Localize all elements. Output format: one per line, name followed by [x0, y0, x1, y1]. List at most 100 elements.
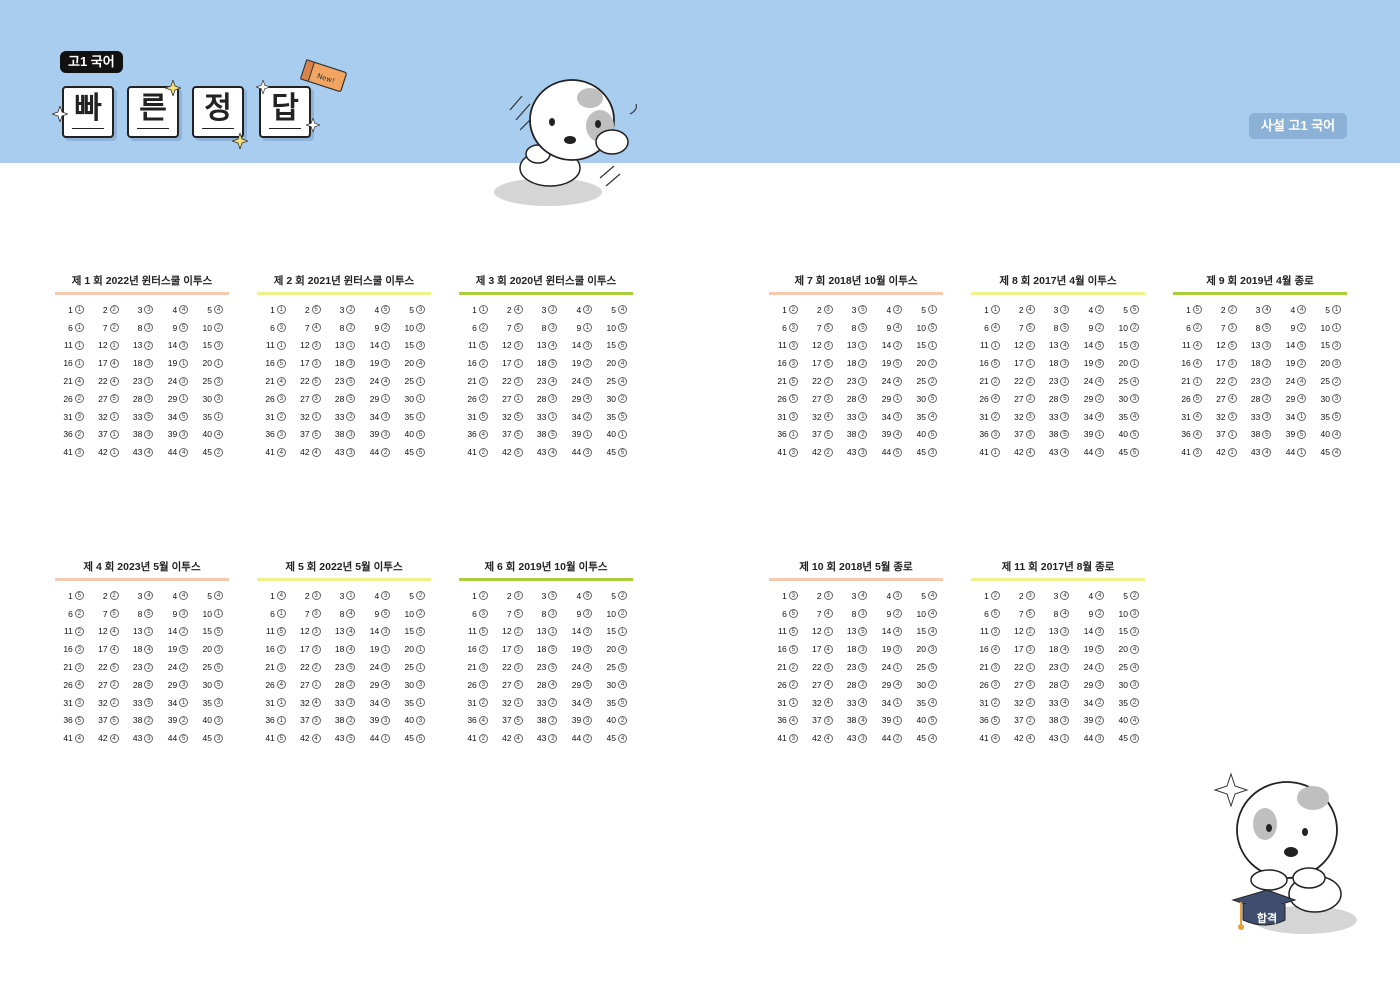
question-number: 31 — [979, 411, 989, 422]
answer-choice: 3 — [1095, 447, 1105, 457]
answer-cell: 92 — [1075, 323, 1110, 333]
question-number: 27 — [1014, 393, 1024, 404]
answer-cell: 35 5 — [1312, 412, 1347, 422]
answer-choice: 3 — [179, 609, 189, 619]
answer-choice: 3 — [893, 644, 903, 654]
answer-cell: 37 5 — [292, 429, 327, 439]
answer-choice: 1 — [109, 340, 119, 350]
answer-choice: 4 — [927, 591, 937, 601]
question-number: 15 — [1118, 340, 1128, 351]
question-number: 24 — [369, 662, 380, 673]
answer-cell: 35 4 — [908, 412, 943, 422]
exam-title-rule — [769, 578, 943, 581]
question-number: 19 — [1285, 358, 1296, 369]
question-number: 17 — [300, 358, 310, 369]
answer-choice: 2 — [213, 447, 223, 457]
answer-choice: 2 — [478, 358, 488, 368]
answer-choice: 1 — [1060, 733, 1070, 743]
answer-choice: 4 — [346, 644, 356, 654]
answer-cell: 28 5 — [327, 394, 362, 404]
answer-cell: 92 — [1075, 609, 1110, 619]
question-number: 35 — [202, 697, 212, 708]
answer-cell: 22 3 — [494, 376, 529, 386]
answer-choice: 4 — [823, 733, 833, 743]
answer-card: 제 8 회 2017년 4월 이투스 1 1 2 4 3 3 4 2 5 5 6 4 7 5 8 5 9 2 10 2 1… — [971, 273, 1145, 461]
question-number: 37 — [1014, 715, 1024, 726]
answer-cell: 19 2 — [1277, 358, 1312, 368]
question-number: 16 — [467, 358, 477, 369]
question-number: 26 — [467, 393, 477, 404]
question-number: 12 — [300, 626, 310, 637]
answer-choice: 3 — [583, 644, 593, 654]
answer-cell: 40 5 — [396, 429, 431, 439]
question-number: 30 — [202, 679, 212, 690]
question-number: 18 — [846, 358, 857, 369]
answer-choice: 3 — [583, 340, 593, 350]
answer-choice: 5 — [858, 662, 868, 672]
question-number: 8 — [339, 322, 345, 333]
question-number: 39 — [1285, 429, 1296, 440]
answer-choice: 2 — [1297, 323, 1307, 333]
question-number: 20 — [916, 358, 926, 369]
answer-cell: 29 3 — [159, 680, 194, 690]
question-number: 27 — [98, 679, 108, 690]
question-number: 13 — [132, 626, 143, 637]
answer-row: 41 3 42 2 43 3 44 5 45 3 — [769, 443, 943, 461]
answer-cell: 34 3 — [361, 412, 396, 422]
question-number: 11 — [777, 340, 787, 351]
question-number: 4 — [576, 304, 582, 315]
answer-cell: 27 3 — [1006, 680, 1041, 690]
question-number: 5 — [409, 304, 414, 315]
question-number: 18 — [1048, 644, 1059, 655]
answer-choice: 3 — [1095, 626, 1105, 636]
question-number: 8 — [137, 322, 143, 333]
answer-row: 26 3 27 5 28 4 29 5 30 4 — [459, 676, 633, 694]
answer-grid: 1 1 2 5 3 2 4 5 5 3 6 3 7 4 8 2 9 2 10 3 11 1 12 3 13 1 14 1 15 3 16 5 1… — [257, 301, 431, 461]
answer-cell: 10 2 — [194, 323, 229, 333]
answer-row: 11 5 12 1 13 5 14 4 15 4 — [769, 623, 943, 641]
answer-choice: 3 — [311, 358, 321, 368]
answer-cell: 40 5 — [1110, 429, 1145, 439]
question-number: 37 — [300, 715, 310, 726]
answer-choice: 1 — [381, 340, 391, 350]
answer-cell: 44 — [159, 305, 194, 315]
answer-cell: 95 — [159, 323, 194, 333]
answer-choice: 2 — [1025, 394, 1035, 404]
answer-choice: 5 — [1262, 323, 1272, 333]
answer-choice: 4 — [548, 447, 558, 457]
question-number: 36 — [467, 429, 477, 440]
question-number: 35 — [916, 411, 926, 422]
answer-cell: 39 3 — [361, 429, 396, 439]
question-number: 24 — [1285, 376, 1296, 387]
answer-choice: 5 — [144, 609, 154, 619]
answer-choice: 5 — [548, 662, 558, 672]
answer-choice: 5 — [179, 733, 189, 743]
answer-choice: 4 — [1297, 376, 1307, 386]
answer-cell: 23 1 — [125, 376, 160, 386]
question-number: 33 — [1250, 411, 1261, 422]
answer-choice: 5 — [1297, 340, 1307, 350]
question-number: 27 — [812, 393, 822, 404]
answer-choice: 4 — [617, 644, 627, 654]
answer-choice: 3 — [788, 733, 798, 743]
question-number: 40 — [202, 715, 212, 726]
answer-choice: 3 — [381, 715, 391, 725]
question-number: 31 — [63, 697, 73, 708]
question-number: 43 — [1048, 447, 1059, 458]
question-number: 31 — [467, 697, 477, 708]
answer-choice: 4 — [617, 733, 627, 743]
answer-cell: 40 3 — [396, 715, 431, 725]
answer-cell: 36 5 — [971, 715, 1006, 725]
answer-choice: 4 — [583, 698, 593, 708]
answer-choice: 3 — [311, 340, 321, 350]
answer-choice: 2 — [1025, 340, 1035, 350]
answer-choice: 1 — [788, 429, 798, 439]
answer-cell: 31 2 — [459, 698, 494, 708]
answer-choice: 4 — [548, 340, 558, 350]
answer-cell: 15 — [1173, 305, 1208, 315]
answer-cell: 26 3 — [459, 680, 494, 690]
answer-cell: 18 4 — [125, 644, 160, 654]
answer-row: 6 5 7 5 8 4 9 2 10 3 — [971, 605, 1145, 623]
answer-choice: 2 — [617, 394, 627, 404]
answer-choice: 5 — [858, 626, 868, 636]
